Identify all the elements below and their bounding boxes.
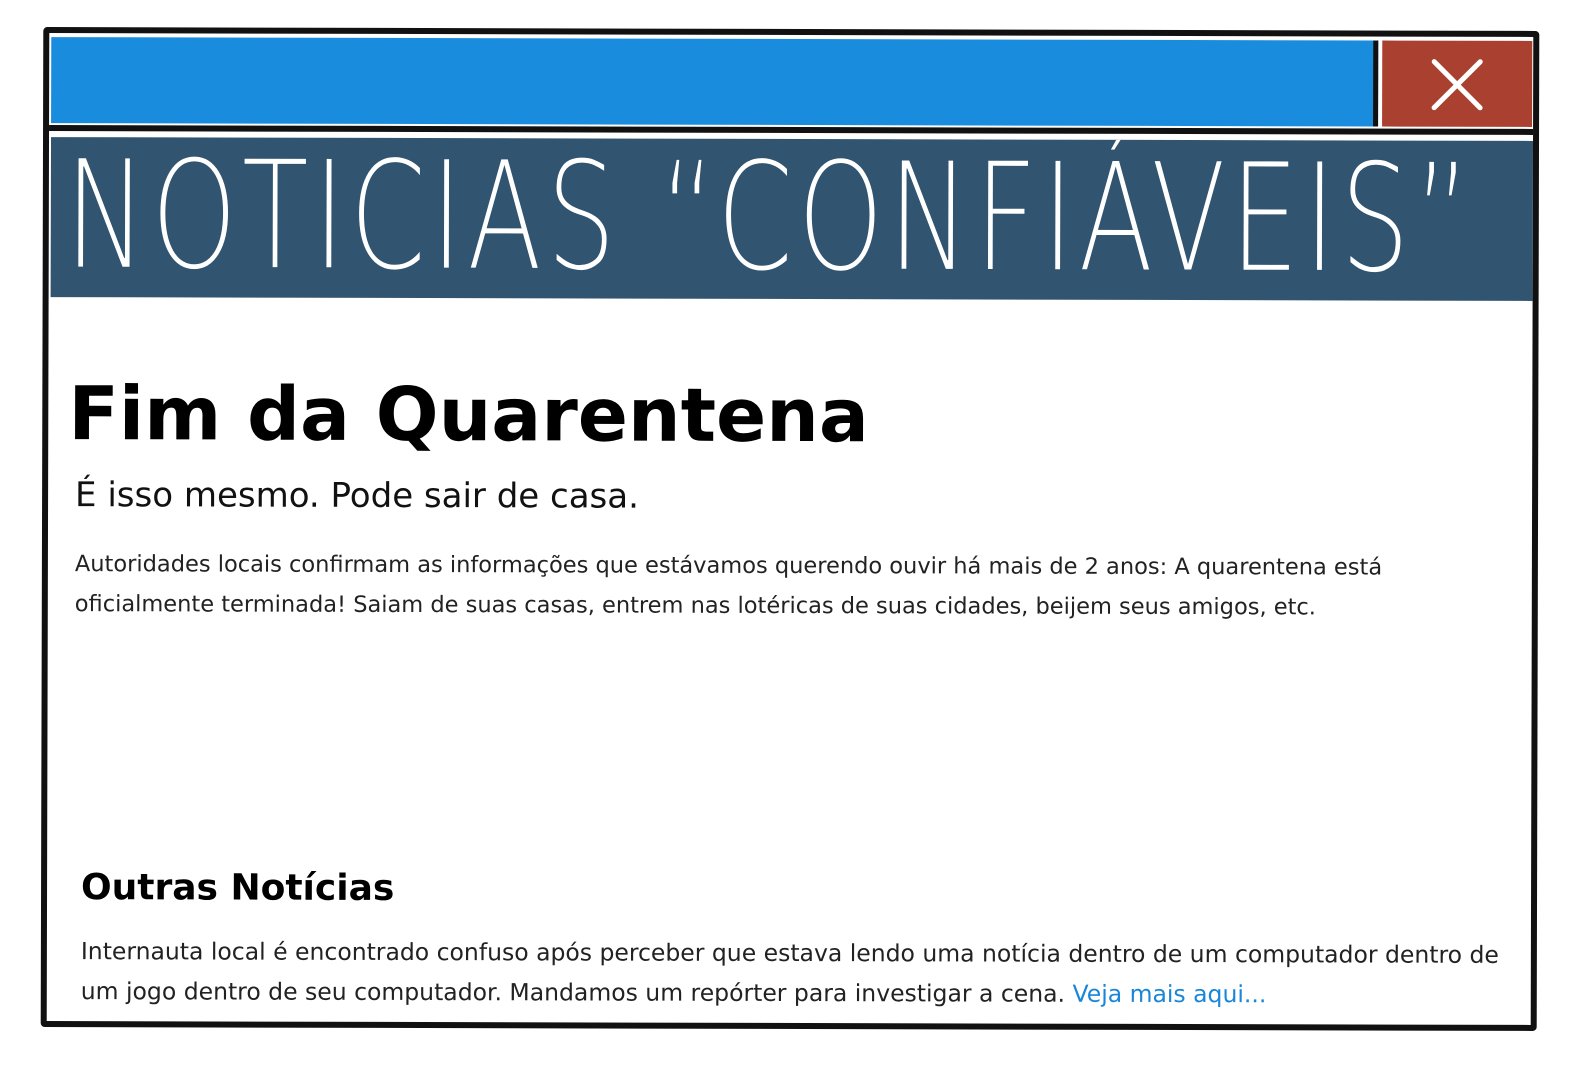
site-title: NOTICIAS “CONFIÁVEIS”	[64, 137, 1476, 301]
other-news-title: Outras Notícias	[81, 867, 395, 909]
article-body: Autoridades locais confirmam as informaç…	[74, 551, 1383, 621]
title-bar-fill[interactable]	[51, 37, 1379, 127]
article-headline: Fim da Quarentena	[68, 371, 869, 460]
close-button[interactable]	[1382, 40, 1533, 127]
article-subheadline: É isso mesmo. Pode sair de casa.	[75, 475, 639, 517]
other-news-item: Internauta local é encontrado confuso ap…	[81, 931, 1511, 1015]
site-banner: NOTICIAS “CONFIÁVEIS”	[50, 137, 1534, 301]
browser-window: NOTICIAS “CONFIÁVEIS” Fim da Quarentena …	[40, 27, 1540, 1031]
close-icon	[1431, 59, 1483, 111]
title-bar[interactable]	[49, 33, 1534, 135]
other-news-text: Internauta local é encontrado confuso ap…	[80, 937, 1499, 1008]
see-more-link[interactable]: Veja mais aqui...	[1072, 980, 1266, 1009]
